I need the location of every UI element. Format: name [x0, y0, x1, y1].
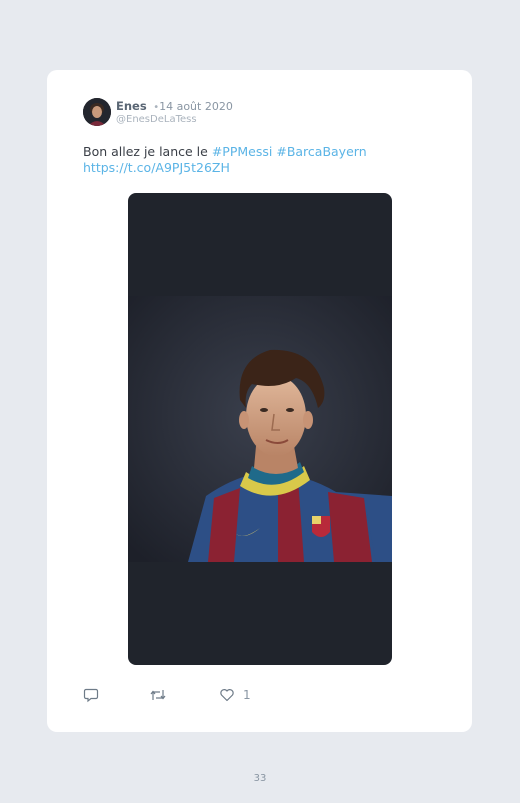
- tweet-actions: 1: [83, 687, 383, 705]
- reply-icon: [83, 688, 99, 703]
- tweet-date[interactable]: 14 août 2020: [159, 100, 233, 113]
- author-handle[interactable]: @EnesDeLaTess: [116, 114, 197, 125]
- page-number: 33: [253, 773, 267, 784]
- tweet-card: Enes •14 août 2020 @EnesDeLaTess Bon all…: [47, 70, 472, 732]
- tweet-header: Enes •14 août 2020: [116, 99, 233, 113]
- player-photo: [128, 296, 392, 562]
- hashtag-barcabayern[interactable]: #BarcaBayern: [276, 144, 366, 159]
- tweet-text-plain: Bon allez je lance le: [83, 144, 212, 159]
- hashtag-ppmessi[interactable]: #PPMessi: [212, 144, 273, 159]
- like-count: 1: [243, 688, 251, 702]
- retweet-icon: [150, 690, 166, 700]
- tweet-media[interactable]: [128, 193, 392, 665]
- avatar[interactable]: [83, 98, 111, 126]
- tweet-link[interactable]: https://t.co/A9PJ5t26ZH: [83, 160, 230, 175]
- tweet-text: Bon allez je lance le #PPMessi #BarcaBay…: [83, 144, 443, 176]
- heart-icon: [220, 689, 234, 702]
- author-name[interactable]: Enes: [116, 99, 147, 113]
- retweet-button[interactable]: [149, 687, 167, 703]
- reply-button[interactable]: [83, 687, 99, 703]
- like-button[interactable]: 1: [219, 687, 251, 703]
